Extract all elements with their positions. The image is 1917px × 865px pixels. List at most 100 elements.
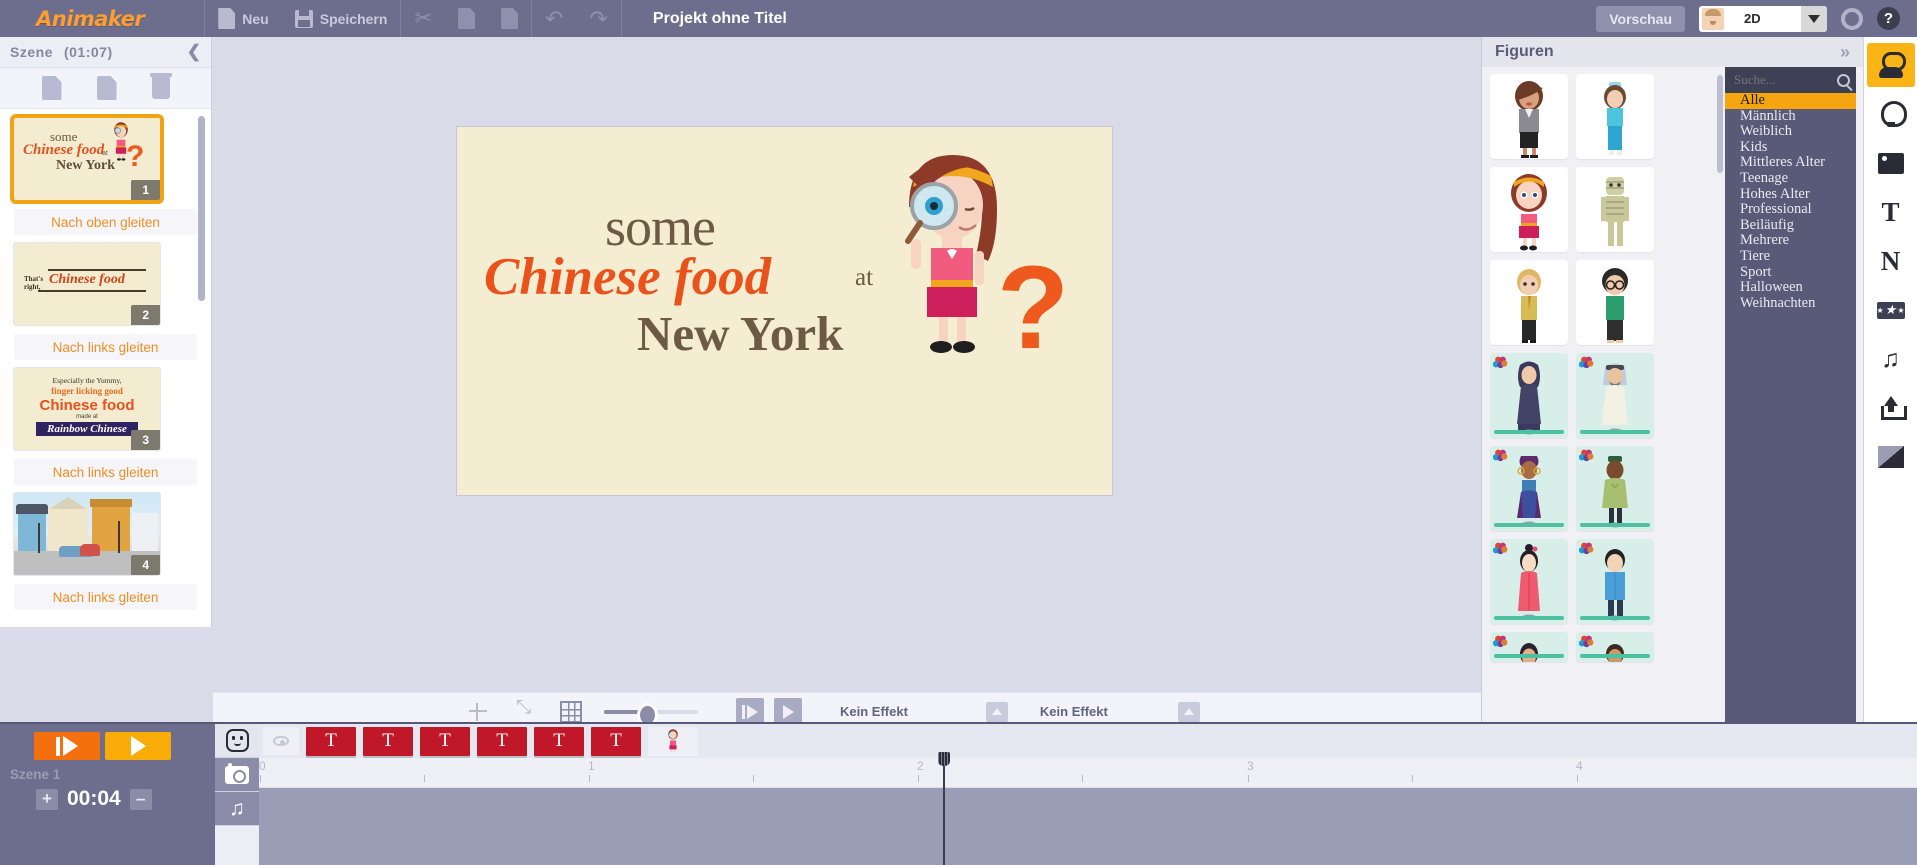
character-cell-hijab-woman[interactable] bbox=[1490, 353, 1568, 438]
character-cell-indian-woman[interactable] bbox=[1490, 632, 1568, 662]
color-palette-icon[interactable] bbox=[1493, 356, 1508, 371]
decrease-time-button[interactable]: – bbox=[129, 788, 152, 810]
character-cell-nurse[interactable] bbox=[1576, 74, 1654, 159]
text-block-4[interactable]: T bbox=[477, 726, 527, 756]
category-item-mittleres-alter[interactable]: Mittleres Alter bbox=[1725, 155, 1856, 171]
music-track-button[interactable]: ♫ bbox=[215, 792, 259, 826]
rail-item-text[interactable]: T bbox=[1867, 190, 1915, 234]
category-item-hohes-alter[interactable]: Hohes Alter bbox=[1725, 186, 1856, 203]
gear-icon[interactable] bbox=[1841, 7, 1863, 30]
canvas-girl-character[interactable] bbox=[887, 147, 1017, 367]
scene-thumbnail-1[interactable]: some Chinese food at New York ? 1 bbox=[10, 114, 164, 204]
delete-scene-icon[interactable] bbox=[149, 73, 172, 99]
color-palette-icon[interactable] bbox=[1493, 635, 1508, 650]
character-track-button[interactable] bbox=[215, 724, 259, 758]
canvas[interactable]: some Chinese food at New York ? bbox=[457, 127, 1112, 495]
play-all-button[interactable] bbox=[34, 732, 100, 760]
category-item-sport[interactable]: Sport bbox=[1725, 264, 1856, 281]
category-list[interactable]: Alle Männlich Weiblich Kids Mittleres Al… bbox=[1725, 92, 1856, 311]
rail-item-background[interactable] bbox=[1867, 435, 1915, 479]
category-item-professional[interactable]: Professional bbox=[1725, 202, 1856, 218]
category-item-halloween[interactable]: Halloween bbox=[1725, 280, 1856, 296]
text-block-3[interactable]: T bbox=[420, 726, 470, 756]
rail-item-number[interactable]: N bbox=[1867, 239, 1915, 283]
timeline-ruler[interactable]: 0 1 2 3 4 bbox=[259, 758, 1917, 788]
chevron-down-icon[interactable] bbox=[1801, 5, 1827, 32]
character-cell-arab-man[interactable] bbox=[1576, 353, 1654, 438]
asset-track-strip[interactable]: T T T T T T bbox=[259, 724, 1917, 758]
visibility-toggle[interactable] bbox=[263, 727, 299, 755]
grid-icon[interactable] bbox=[560, 700, 582, 723]
category-item-teenage[interactable]: Teenage bbox=[1725, 170, 1856, 187]
rail-item-images[interactable] bbox=[1867, 141, 1915, 185]
fit-icon[interactable] bbox=[514, 697, 536, 723]
redo-button[interactable]: ↷ bbox=[576, 0, 620, 37]
undo-button[interactable]: ↶ bbox=[532, 0, 576, 37]
chevron-left-icon[interactable]: ❮ bbox=[187, 42, 201, 62]
help-icon[interactable]: ? bbox=[1877, 7, 1900, 30]
character-block[interactable] bbox=[648, 726, 698, 756]
category-item-alle[interactable]: Alle bbox=[1725, 92, 1856, 109]
timeline-lower-band[interactable] bbox=[259, 788, 1917, 865]
playhead[interactable] bbox=[938, 752, 950, 865]
character-cell-man-glasses[interactable] bbox=[1576, 260, 1654, 345]
scene-transition-3[interactable]: Nach links gleiten bbox=[14, 459, 197, 485]
character-cell-asian-man[interactable] bbox=[1576, 539, 1654, 624]
canvas-text-chinese-food[interactable]: Chinese food bbox=[484, 247, 771, 307]
rail-item-characters[interactable] bbox=[1866, 43, 1915, 87]
scene-transition-2[interactable]: Nach links gleiten bbox=[14, 334, 197, 360]
exit-effect-expand[interactable] bbox=[1177, 701, 1200, 722]
category-item-kids[interactable]: Kids bbox=[1725, 139, 1856, 156]
text-block-5[interactable]: T bbox=[534, 726, 584, 756]
preview-button[interactable]: Vorschau bbox=[1596, 5, 1685, 32]
character-grid[interactable] bbox=[1482, 67, 1725, 722]
character-cell-mummy[interactable] bbox=[1576, 167, 1654, 252]
category-item-beilaeufig[interactable]: Beiläufig bbox=[1725, 217, 1856, 234]
cut-button[interactable]: ✂ bbox=[401, 0, 445, 37]
scene-list[interactable]: some Chinese food at New York ? 1 Nach o… bbox=[0, 110, 211, 627]
text-block-1[interactable]: T bbox=[306, 726, 356, 756]
category-item-mehrere[interactable]: Mehrere bbox=[1725, 233, 1856, 249]
paste-button[interactable] bbox=[488, 0, 531, 37]
scene-thumbnail-2[interactable]: That's right, Chinese food 2 bbox=[14, 243, 160, 325]
scene-thumbnail-4[interactable]: 4 bbox=[14, 493, 160, 575]
category-item-weiblich[interactable]: Weiblich bbox=[1725, 124, 1856, 140]
color-palette-icon[interactable] bbox=[1493, 449, 1508, 464]
search-bar[interactable] bbox=[1725, 67, 1856, 93]
new-button[interactable]: Neu bbox=[205, 0, 281, 37]
rail-item-properties[interactable] bbox=[1867, 92, 1915, 136]
character-cell-african-man[interactable] bbox=[1576, 446, 1654, 531]
zoom-slider[interactable] bbox=[604, 702, 698, 727]
scene-list-scrollbar[interactable] bbox=[198, 116, 205, 301]
search-input[interactable] bbox=[1734, 72, 1824, 88]
canvas-text-at[interactable]: at bbox=[855, 264, 873, 292]
character-cell-blond-man[interactable] bbox=[1490, 260, 1568, 345]
text-block-2[interactable]: T bbox=[363, 726, 413, 756]
color-palette-icon[interactable] bbox=[1579, 449, 1594, 464]
character-cell-indian-man[interactable] bbox=[1576, 632, 1654, 662]
character-grid-scrollbar[interactable] bbox=[1717, 75, 1723, 173]
copy-button[interactable] bbox=[445, 0, 488, 37]
character-cell-businesswoman[interactable] bbox=[1490, 74, 1568, 159]
scene-thumbnail-3[interactable]: Especially the Yummy, finger licking goo… bbox=[14, 368, 160, 450]
increase-time-button[interactable]: + bbox=[36, 788, 58, 810]
color-palette-icon[interactable] bbox=[1493, 542, 1508, 557]
color-palette-icon[interactable] bbox=[1579, 356, 1594, 371]
entry-effect-expand[interactable] bbox=[985, 701, 1008, 722]
character-cell-african-woman[interactable] bbox=[1490, 446, 1568, 531]
text-block-6[interactable]: T bbox=[591, 726, 641, 756]
add-scene-icon[interactable] bbox=[41, 76, 62, 100]
category-item-maennlich[interactable]: Männlich bbox=[1725, 108, 1856, 125]
canvas-text-new-york[interactable]: New York bbox=[637, 305, 843, 362]
scene-transition-4[interactable]: Nach links gleiten bbox=[14, 584, 197, 610]
chevron-double-right-icon[interactable]: » bbox=[1840, 42, 1850, 63]
center-icon[interactable] bbox=[468, 701, 490, 723]
rail-item-upload[interactable] bbox=[1867, 386, 1915, 430]
duplicate-scene-icon[interactable] bbox=[96, 76, 117, 100]
color-palette-icon[interactable] bbox=[1579, 635, 1594, 650]
magnifier-icon[interactable] bbox=[1837, 73, 1850, 87]
rail-item-effects[interactable]: ★ ★ ★ bbox=[1867, 288, 1915, 332]
scene-transition-1[interactable]: Nach oben gleiten bbox=[14, 209, 197, 235]
character-cell-girl-headband[interactable] bbox=[1490, 167, 1568, 252]
mode-select[interactable]: 2D bbox=[1699, 5, 1827, 32]
